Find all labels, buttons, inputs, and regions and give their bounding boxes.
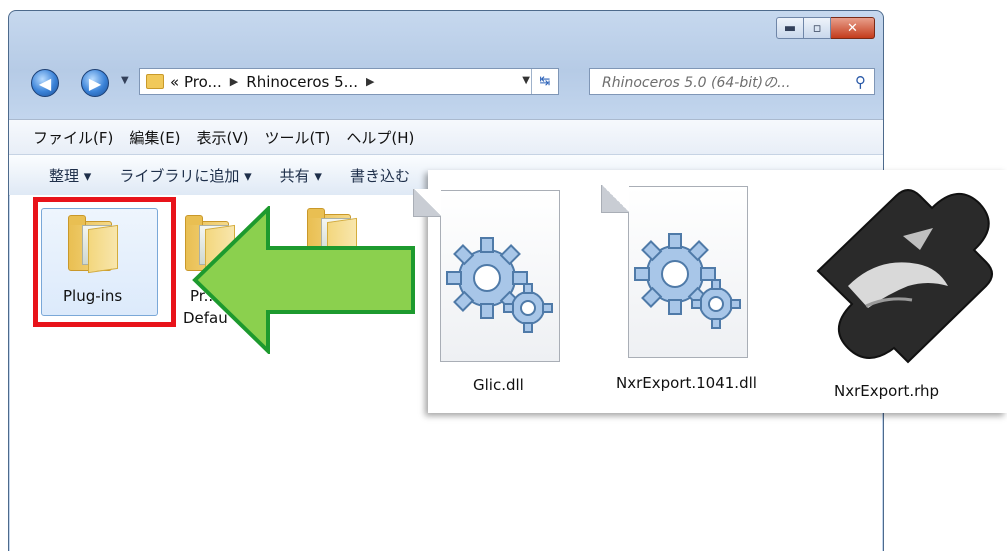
plugin-files-panel: Glic.dll NxrExport.1041.dll NxrExport.rh… xyxy=(413,170,1007,413)
gears-icon xyxy=(634,233,741,329)
minimize-button[interactable]: ▬ xyxy=(776,17,804,39)
menu-edit[interactable]: 編集(E) xyxy=(129,127,180,148)
folder-icon xyxy=(146,74,164,89)
file-label: NxrExport.1041.dll xyxy=(616,374,757,392)
file-label: NxrExport.rhp xyxy=(834,382,940,400)
gears-icon xyxy=(446,237,553,333)
menu-view[interactable]: 表示(V) xyxy=(197,127,249,148)
organize-button[interactable]: 整理 ▾ xyxy=(49,165,91,186)
menu-tools[interactable]: ツール(T) xyxy=(265,127,331,148)
left-arrow-icon xyxy=(192,206,415,354)
burn-button[interactable]: 書き込む xyxy=(350,165,410,186)
close-button[interactable]: ✕ xyxy=(831,17,875,39)
caption-buttons: ▬ ▫ ✕ xyxy=(776,17,875,39)
menu-file[interactable]: ファイル(F) xyxy=(33,127,113,148)
menu-help[interactable]: ヘルプ(H) xyxy=(346,127,414,148)
refresh-icon[interactable]: ↹ xyxy=(531,69,558,94)
file-label: Glic.dll xyxy=(473,376,524,394)
address-segment[interactable]: Rhinoceros 5... xyxy=(246,73,358,91)
highlight-box xyxy=(33,197,176,327)
navigation-row: ◀ ▶ ▼ « Pro... ▶ Rhinoceros 5... ▶ ▼ ↹ R… xyxy=(19,66,875,98)
search-placeholder: Rhinoceros 5.0 (64-bit)の... xyxy=(602,74,791,91)
search-icon[interactable]: ⚲ xyxy=(855,73,866,91)
forward-button[interactable]: ▶ xyxy=(81,69,109,97)
recent-pages-dropdown[interactable]: ▼ xyxy=(121,75,129,86)
address-bar[interactable]: « Pro... ▶ Rhinoceros 5... ▶ ▼ ↹ xyxy=(139,68,559,95)
menu-bar: ファイル(F) 編集(E) 表示(V) ツール(T) ヘルプ(H) xyxy=(9,119,883,154)
back-button[interactable]: ◀ xyxy=(31,69,59,97)
search-box[interactable]: Rhinoceros 5.0 (64-bit)の... ⚲ xyxy=(589,68,875,95)
add-to-library-button[interactable]: ライブラリに追加 ▾ xyxy=(119,165,251,186)
breadcrumb-separator-icon[interactable]: ▶ xyxy=(366,75,374,88)
address-dropdown-icon[interactable]: ▼ xyxy=(522,75,530,86)
rhino-plugin-icon[interactable] xyxy=(808,176,1004,366)
share-button[interactable]: 共有 ▾ xyxy=(280,165,322,186)
address-segment[interactable]: « Pro... xyxy=(170,73,222,91)
breadcrumb-separator-icon[interactable]: ▶ xyxy=(230,75,238,88)
maximize-button[interactable]: ▫ xyxy=(804,17,831,39)
